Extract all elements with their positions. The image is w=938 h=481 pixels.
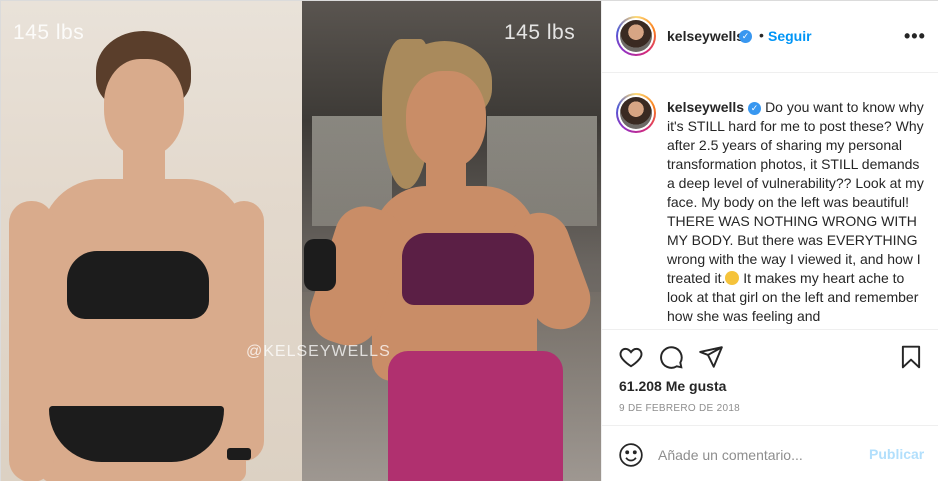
avatar[interactable] (616, 16, 656, 56)
caption-avatar[interactable] (616, 93, 656, 133)
post-header: kelseywells ✓ • Seguir ••• (602, 1, 938, 73)
header-username[interactable]: kelseywells (667, 28, 744, 44)
pensive-emoji-icon (725, 271, 740, 285)
verified-badge-icon: ✓ (748, 101, 762, 115)
avatar-image (620, 20, 652, 52)
instagram-post: 145 lbs 145 lbs @KELSEYWELLS kelseywells… (0, 0, 938, 481)
comment-input[interactable] (658, 444, 858, 466)
watch-shape (227, 448, 251, 460)
caption-text: Do you want to know why it's STILL hard … (667, 99, 924, 286)
bikini-bottom (49, 406, 224, 462)
weight-label-before: 145 lbs (13, 21, 85, 44)
after-photo: 145 lbs (302, 1, 601, 481)
smiley-icon[interactable] (618, 442, 644, 468)
paper-plane-icon[interactable] (698, 344, 724, 370)
comments-section[interactable]: kelseywells ✓ Do you want to know why it's… (602, 73, 938, 329)
sports-bra (402, 233, 534, 305)
face-shape (406, 71, 486, 169)
caption: kelseywells ✓ Do you want to know why it's… (667, 98, 927, 326)
caption-username[interactable]: kelseywells (667, 99, 744, 115)
post-actions: 61.208 Me gusta 9 DE FEBRERO DE 2018 Pub… (602, 329, 938, 481)
add-comment-bar: Publicar (602, 425, 938, 481)
publish-button[interactable]: Publicar (869, 446, 924, 462)
weight-label-after: 145 lbs (504, 21, 576, 44)
leggings (388, 351, 563, 481)
face-shape (104, 59, 184, 157)
left-arm-shape (9, 201, 54, 481)
watermark: @KELSEYWELLS (246, 343, 391, 360)
heart-icon[interactable] (618, 344, 644, 370)
avatar-image (620, 97, 652, 129)
likes-count[interactable]: 61.208 Me gusta (619, 378, 726, 394)
bikini-top (67, 251, 209, 319)
post-side-panel: kelseywells ✓ • Seguir ••• kelseywells ✓ D… (601, 1, 938, 481)
glove-shape (304, 239, 336, 291)
bookmark-icon[interactable] (898, 344, 924, 370)
separator-dot: • (759, 27, 764, 43)
comment-icon[interactable] (658, 344, 684, 370)
verified-badge-icon: ✓ (739, 30, 752, 43)
post-date: 9 DE FEBRERO DE 2018 (619, 403, 741, 414)
right-arm-shape (224, 201, 264, 461)
more-options-icon[interactable]: ••• (904, 26, 926, 47)
before-photo: 145 lbs (1, 1, 302, 481)
follow-button[interactable]: Seguir (768, 28, 812, 44)
post-media[interactable]: 145 lbs 145 lbs @KELSEYWELLS (1, 1, 601, 481)
